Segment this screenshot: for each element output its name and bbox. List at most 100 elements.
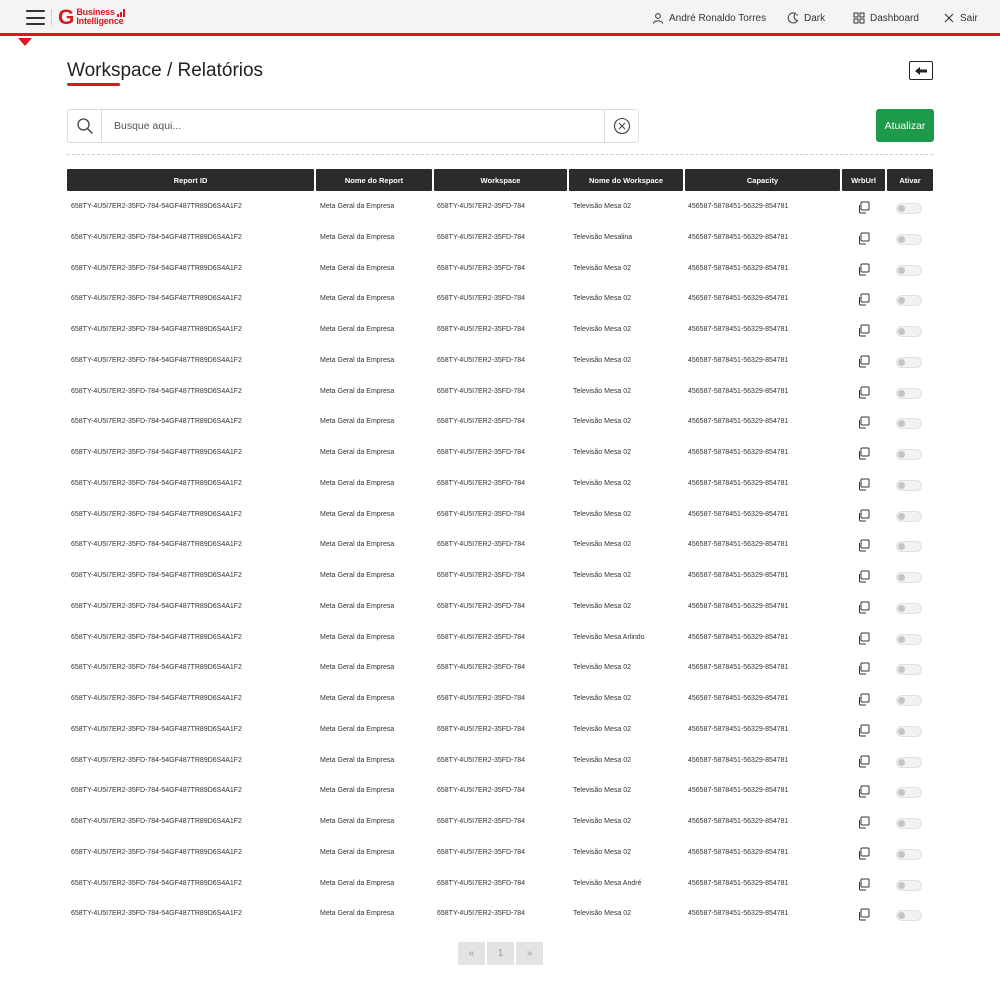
copy-icon[interactable]: [857, 263, 870, 276]
col-header-ativar[interactable]: Ativar: [887, 169, 933, 191]
copy-icon[interactable]: [857, 724, 870, 737]
update-button[interactable]: Atualizar: [876, 109, 934, 142]
copy-icon[interactable]: [857, 662, 870, 675]
copy-icon[interactable]: [857, 908, 870, 921]
copy-icon[interactable]: [857, 785, 870, 798]
copy-icon[interactable]: [857, 570, 870, 583]
active-toggle[interactable]: [896, 910, 922, 922]
active-toggle[interactable]: [896, 449, 922, 460]
cell-report-id: 658TY-4U5I7ER2-35FD-784-54GF487TR89D6S4A…: [71, 479, 242, 487]
cell-report-name: Meta Geral da Empresa: [320, 510, 395, 518]
cell-workspace: 658TY-4U5I7ER2-35FD-784: [437, 326, 526, 333]
copy-icon[interactable]: [857, 539, 870, 552]
back-button[interactable]: [909, 61, 933, 80]
cell-workspace: 658TY-4U5I7ER2-35FD-784: [437, 818, 526, 825]
active-toggle[interactable]: [896, 664, 922, 676]
cell-report-name: Meta Geral da Empresa: [320, 572, 395, 579]
cell-workspace-name: Televisão Mesa 02: [573, 326, 631, 333]
cell-report-name: Meta Geral da Empresa: [320, 787, 395, 795]
copy-icon[interactable]: [857, 632, 870, 645]
table-body: 658TY-4U5I7ER2-35FD-784-54GF487TR89D6S4A…: [67, 193, 933, 931]
active-toggle[interactable]: [896, 756, 922, 768]
col-header-workspace-name[interactable]: Nome do Workspace: [569, 169, 683, 191]
active-toggle[interactable]: [896, 541, 922, 553]
active-toggle[interactable]: [896, 725, 922, 737]
col-header-capacity[interactable]: Capacity: [685, 169, 840, 191]
user-menu[interactable]: André Ronaldo Torres: [652, 11, 766, 25]
logout-button[interactable]: Sair: [943, 11, 978, 25]
active-toggle[interactable]: [896, 510, 922, 522]
cell-capacity: 456587-5878451-56329-854781: [688, 264, 789, 272]
cell-capacity: 456587-5878451-56329-854781: [688, 510, 789, 518]
copy-icon[interactable]: [857, 324, 870, 337]
copy-icon[interactable]: [857, 293, 870, 306]
active-toggle[interactable]: [896, 387, 922, 399]
table-row: 658TY-4U5I7ER2-35FD-784-54GF487TR89D6S4A…: [67, 839, 933, 870]
copy-icon[interactable]: [857, 447, 870, 460]
col-header-workspace[interactable]: Workspace: [434, 169, 567, 191]
active-toggle[interactable]: [896, 203, 922, 214]
cell-report-id: 658TY-4U5I7ER2-35FD-784-54GF487TR89D6S4A…: [71, 818, 242, 825]
app-logo[interactable]: G Business Intelligence: [58, 6, 125, 28]
cell-workspace-name: Televisão Mesa 02: [573, 295, 631, 303]
col-header-wrburl[interactable]: WrbUrl: [842, 169, 885, 191]
search-icon[interactable]: [68, 110, 102, 142]
copy-icon[interactable]: [857, 416, 870, 429]
table-row: 658TY-4U5I7ER2-35FD-784-54GF487TR89D6S4A…: [67, 593, 933, 624]
copy-icon[interactable]: [857, 232, 870, 245]
active-toggle[interactable]: [896, 479, 922, 491]
cell-workspace: 658TY-4U5I7ER2-35FD-784: [437, 387, 526, 395]
copy-icon[interactable]: [857, 386, 870, 399]
cell-report-id: 658TY-4U5I7ER2-35FD-784-54GF487TR89D6S4A…: [71, 356, 242, 364]
current-page[interactable]: 1: [487, 942, 514, 965]
cell-report-id: 658TY-4U5I7ER2-35FD-784-54GF487TR89D6S4A…: [71, 725, 242, 733]
cell-workspace: 658TY-4U5I7ER2-35FD-784: [437, 910, 526, 918]
cell-report-name: Meta Geral da Empresa: [320, 664, 395, 672]
active-toggle[interactable]: [896, 356, 922, 368]
active-toggle[interactable]: [896, 264, 922, 276]
theme-toggle[interactable]: Dark: [787, 11, 825, 25]
table-row: 658TY-4U5I7ER2-35FD-784-54GF487TR89D6S4A…: [67, 747, 933, 778]
cell-report-name: Meta Geral da Empresa: [320, 910, 395, 918]
active-toggle[interactable]: [896, 787, 922, 799]
copy-icon[interactable]: [857, 878, 870, 891]
col-header-report-id[interactable]: Report ID: [67, 169, 314, 191]
table-row: 658TY-4U5I7ER2-35FD-784-54GF487TR89D6S4A…: [67, 716, 933, 747]
active-toggle[interactable]: [896, 572, 922, 583]
prev-page-button[interactable]: «: [458, 942, 485, 965]
cell-capacity: 456587-5878451-56329-854781: [688, 725, 789, 733]
copy-icon[interactable]: [857, 478, 870, 491]
table-row: 658TY-4U5I7ER2-35FD-784-54GF487TR89D6S4A…: [67, 808, 933, 839]
copy-icon[interactable]: [857, 755, 870, 768]
copy-icon[interactable]: [857, 355, 870, 368]
search-input[interactable]: [114, 117, 594, 135]
active-toggle[interactable]: [896, 695, 922, 706]
hamburger-menu-icon[interactable]: [26, 10, 45, 25]
active-toggle[interactable]: [896, 633, 922, 645]
copy-icon[interactable]: [857, 509, 870, 522]
active-toggle[interactable]: [896, 295, 922, 307]
copy-icon[interactable]: [857, 601, 870, 614]
next-page-button[interactable]: »: [516, 942, 543, 965]
active-toggle[interactable]: [896, 848, 922, 860]
cell-report-id: 658TY-4U5I7ER2-35FD-784-54GF487TR89D6S4A…: [71, 572, 242, 579]
cell-workspace-name: Televisão Mesa 02: [573, 818, 631, 825]
active-toggle[interactable]: [896, 879, 922, 891]
active-toggle[interactable]: [896, 418, 922, 430]
active-toggle[interactable]: [896, 233, 922, 245]
active-toggle[interactable]: [896, 602, 922, 614]
table-row: 658TY-4U5I7ER2-35FD-784-54GF487TR89D6S4A…: [67, 777, 933, 808]
copy-icon[interactable]: [857, 816, 870, 829]
dashboard-link[interactable]: Dashboard: [853, 11, 919, 25]
clear-search-button[interactable]: [604, 110, 638, 142]
cell-capacity: 456587-5878451-56329-854781: [688, 756, 789, 764]
cell-report-name: Meta Geral da Empresa: [320, 418, 395, 426]
cell-report-name: Meta Geral da Empresa: [320, 633, 395, 641]
copy-icon[interactable]: [857, 693, 870, 706]
copy-icon[interactable]: [857, 847, 870, 860]
col-header-report-name[interactable]: Nome do Report: [316, 169, 432, 191]
cell-capacity: 456587-5878451-56329-854781: [688, 910, 789, 918]
active-toggle[interactable]: [896, 818, 922, 829]
copy-icon[interactable]: [857, 201, 870, 214]
active-toggle[interactable]: [896, 326, 922, 337]
